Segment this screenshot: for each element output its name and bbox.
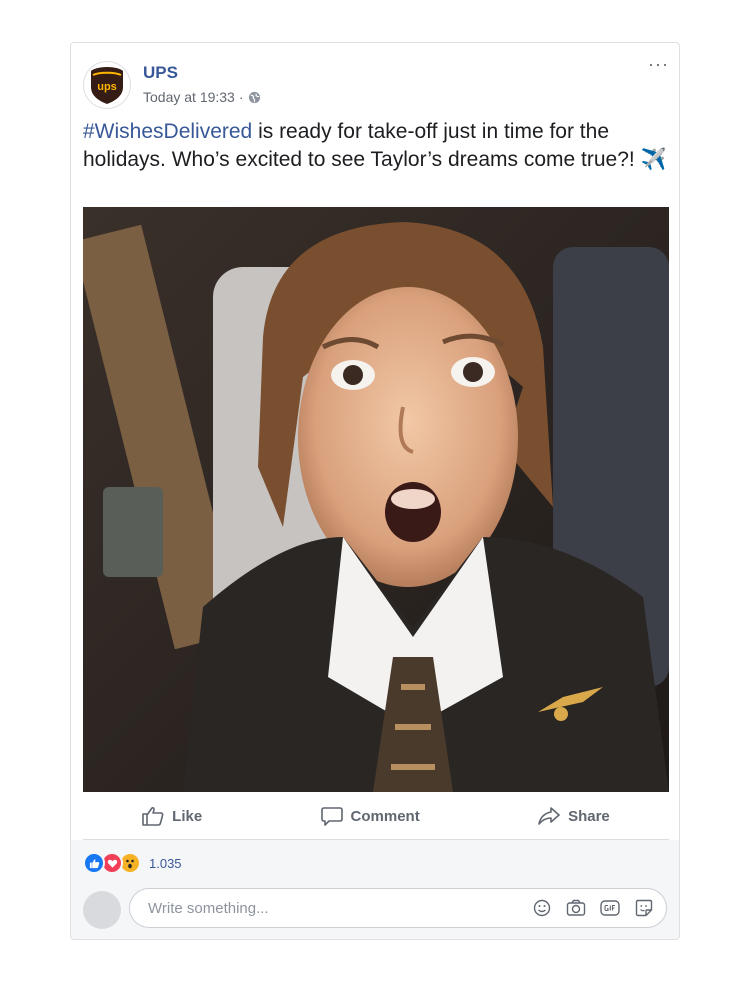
more-options-button[interactable]: ··· [648, 55, 669, 73]
comment-box[interactable] [129, 888, 667, 928]
like-label: Like [172, 807, 203, 825]
page-avatar[interactable]: ups [83, 61, 131, 109]
like-button[interactable]: Like [142, 806, 202, 826]
logo-text: ups [97, 81, 117, 93]
comment-button[interactable]: Comment [320, 806, 420, 826]
photo-image [83, 207, 669, 792]
commenter-avatar [83, 891, 121, 929]
share-button[interactable]: Share [538, 806, 610, 826]
post-meta: Today at 19:33 · [143, 89, 261, 105]
comment-input[interactable] [146, 898, 532, 918]
post-photo[interactable] [83, 207, 669, 792]
like-reaction-icon [83, 852, 105, 874]
comment-icon [320, 807, 343, 826]
airplane-emoji: ✈️ [640, 148, 667, 171]
reaction-count: 1.035 [149, 855, 182, 871]
meta-separator: · [238, 89, 244, 105]
post-footer: 1.035 [71, 840, 679, 939]
globe-icon [248, 91, 260, 103]
sticker-icon[interactable] [634, 898, 654, 918]
share-label: Share [568, 807, 610, 825]
reactions-summary[interactable]: 1.035 [83, 852, 182, 874]
timestamp[interactable]: Today at 19:33 [143, 89, 235, 105]
share-arrow-icon [538, 807, 560, 825]
thumbs-up-icon [142, 806, 164, 826]
camera-icon[interactable] [566, 898, 586, 918]
post-card: ups UPS Today at 19:33 · ··· #WishesDeli… [70, 42, 680, 940]
hashtag-link[interactable]: #WishesDelivered [83, 120, 252, 143]
page-name[interactable]: UPS [143, 63, 178, 83]
comment-label: Comment [350, 807, 420, 825]
emoji-icon[interactable] [532, 898, 552, 918]
post-text: #WishesDelivered is ready for take-off j… [83, 118, 668, 174]
post-actions: Like Comment Share [83, 793, 669, 840]
gif-icon[interactable] [600, 898, 620, 918]
ups-logo-icon: ups [91, 67, 123, 104]
